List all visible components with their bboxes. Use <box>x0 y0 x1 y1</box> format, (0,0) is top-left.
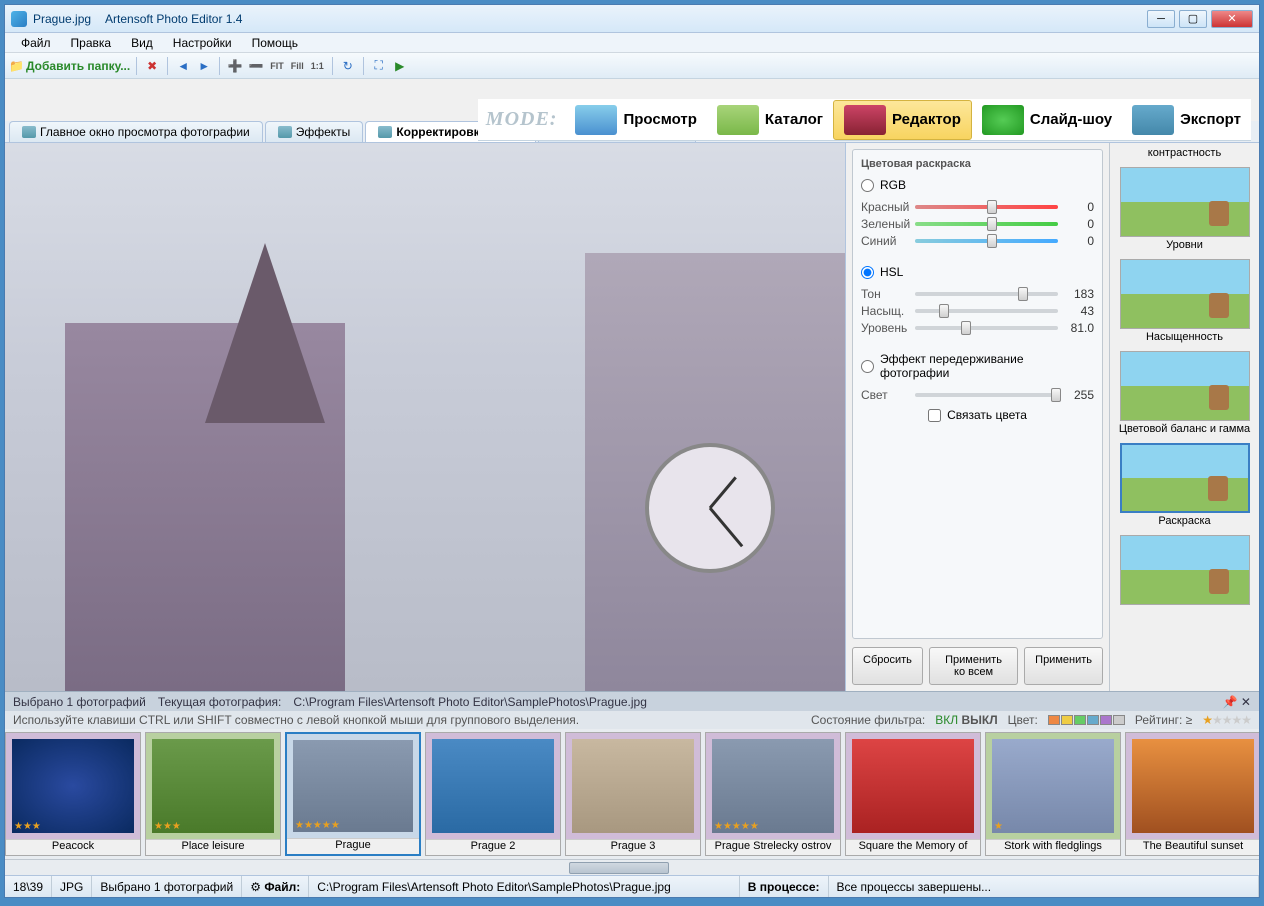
photo-canvas[interactable] <box>5 143 845 691</box>
light-slider[interactable] <box>915 393 1058 397</box>
preset-balance[interactable]: Цветовой баланс и гамма <box>1114 351 1255 435</box>
green-slider[interactable] <box>915 222 1058 226</box>
color-swatches[interactable] <box>1048 715 1125 725</box>
preset-levels[interactable]: Уровни <box>1114 167 1255 251</box>
info-bar: Выбрано 1 фотографий Текущая фотография:… <box>5 691 1259 711</box>
rating-stars[interactable]: ★★★★★ <box>1202 713 1251 727</box>
mode-view[interactable]: Просмотр <box>565 101 706 139</box>
blue-slider[interactable] <box>915 239 1058 243</box>
zoom-out-icon[interactable]: ➖ <box>247 57 265 75</box>
add-folder-button[interactable]: 📁 Добавить папку... <box>9 59 130 73</box>
thumb-place-leisure[interactable]: ★★★Place leisure <box>145 732 281 856</box>
thumb-scrollbar[interactable] <box>5 859 1259 875</box>
app-window: Prague.jpg Artensoft Photo Editor 1.4 ─ … <box>4 4 1260 898</box>
pin-icon[interactable]: 📌 ✕ <box>1223 695 1251 709</box>
oneone-button[interactable]: 1:1 <box>309 61 326 71</box>
catalog-icon <box>717 105 759 135</box>
status-selection: Выбрано 1 фотографий <box>92 876 242 897</box>
preset-saturation[interactable]: Насыщенность <box>1114 259 1255 343</box>
zoom-in-icon[interactable]: ➕ <box>226 57 244 75</box>
menu-file[interactable]: Файл <box>11 34 61 52</box>
status-process: Все процессы завершены... <box>829 876 1259 897</box>
fx-radio[interactable] <box>861 360 874 373</box>
status-filepath: C:\Program Files\Artensoft Photo Editor\… <box>309 876 739 897</box>
photo-icon <box>22 126 36 138</box>
thumb-peacock[interactable]: ★★★Peacock <box>5 732 141 856</box>
preset-next[interactable] <box>1114 535 1255 605</box>
status-position: 18\39 <box>5 876 52 897</box>
editor-icon <box>844 105 886 135</box>
reset-button[interactable]: Сбросить <box>852 647 923 685</box>
apply-all-button[interactable]: Применить ко всем <box>929 647 1018 685</box>
rotate-icon[interactable]: ↻ <box>339 57 357 75</box>
menu-edit[interactable]: Правка <box>61 34 122 52</box>
next-icon[interactable]: ► <box>195 57 213 75</box>
viewer <box>5 143 845 691</box>
fit-button[interactable]: FIT <box>268 61 286 71</box>
menubar: Файл Правка Вид Настройки Помощь <box>5 33 1259 53</box>
menu-view[interactable]: Вид <box>121 34 163 52</box>
red-slider[interactable] <box>915 205 1058 209</box>
title-file: Prague.jpg <box>33 12 91 26</box>
mode-export[interactable]: Экспорт <box>1122 101 1251 139</box>
color-panel: Цветовая раскраска RGB Красный0 Зеленый0… <box>845 143 1109 691</box>
modebar: MODE: Просмотр Каталог Редактор Слайд-шо… <box>478 99 1251 141</box>
thumb-square[interactable]: Square the Memory of <box>845 732 981 856</box>
preset-contrast[interactable]: контрастность <box>1114 147 1255 159</box>
app-icon <box>11 11 27 27</box>
titlebar: Prague.jpg Artensoft Photo Editor 1.4 ─ … <box>5 5 1259 33</box>
prev-icon[interactable]: ◄ <box>174 57 192 75</box>
play-icon[interactable]: ▶ <box>391 57 409 75</box>
title-app: Artensoft Photo Editor 1.4 <box>105 12 242 26</box>
tab-effects[interactable]: Эффекты <box>265 121 364 142</box>
info-selection: Выбрано 1 фотографий <box>13 695 146 709</box>
thumb-prague[interactable]: ★★★★★Prague <box>285 732 421 856</box>
delete-icon[interactable]: ✖ <box>143 57 161 75</box>
thumb-prague-3[interactable]: Prague 3 <box>565 732 701 856</box>
fx-icon <box>278 126 292 138</box>
export-icon <box>1132 105 1174 135</box>
panel-title: Цветовая раскраска <box>861 158 1094 170</box>
hsl-radio[interactable] <box>861 266 874 279</box>
apply-button[interactable]: Применить <box>1024 647 1103 685</box>
close-button[interactable]: ✕ <box>1211 10 1253 28</box>
view-icon <box>575 105 617 135</box>
thumbnail-strip: ★★★Peacock ★★★Place leisure ★★★★★Prague … <box>5 729 1259 859</box>
status-format: JPG <box>52 876 92 897</box>
hue-slider[interactable] <box>915 292 1058 296</box>
rgb-radio[interactable] <box>861 179 874 192</box>
tab-main[interactable]: Главное окно просмотра фотографии <box>9 121 263 142</box>
menu-settings[interactable]: Настройки <box>163 34 242 52</box>
preset-panel: контрастность Уровни Насыщенность Цветов… <box>1109 143 1259 691</box>
thumb-sunset[interactable]: The Beautiful sunset <box>1125 732 1259 856</box>
thumb-strelecky[interactable]: ★★★★★Prague Strelecky ostrov <box>705 732 841 856</box>
level-slider[interactable] <box>915 326 1058 330</box>
info-path: C:\Program Files\Artensoft Photo Editor\… <box>293 695 647 709</box>
info-current-label: Текущая фотография: <box>158 695 282 709</box>
menu-help[interactable]: Помощь <box>242 34 308 52</box>
thumb-prague-2[interactable]: Prague 2 <box>425 732 561 856</box>
mode-catalog[interactable]: Каталог <box>707 101 833 139</box>
mode-label: MODE: <box>478 108 566 131</box>
status-bar: 18\39 JPG Выбрано 1 фотографий ⚙ Файл: C… <box>5 875 1259 897</box>
maximize-button[interactable]: ▢ <box>1179 10 1207 28</box>
status-file-icon: ⚙ <box>250 880 261 894</box>
mode-slideshow[interactable]: Слайд-шоу <box>972 101 1122 139</box>
fullscreen-icon[interactable]: ⛶ <box>370 57 388 75</box>
link-colors-checkbox[interactable] <box>928 409 941 422</box>
thumb-stork[interactable]: ★Stork with fledglings <box>985 732 1121 856</box>
sat-slider[interactable] <box>915 309 1058 313</box>
minimize-button[interactable]: ─ <box>1147 10 1175 28</box>
toolbar: 📁 Добавить папку... ✖ ◄ ► ➕ ➖ FIT Fill 1… <box>5 53 1259 79</box>
hint-bar: Используйте клавиши CTRL или SHIFT совме… <box>5 711 1259 729</box>
preset-paint[interactable]: Раскраска <box>1114 443 1255 527</box>
slideshow-icon <box>982 105 1024 135</box>
mode-editor[interactable]: Редактор <box>833 100 972 140</box>
color-icon <box>378 126 392 138</box>
fill-button[interactable]: Fill <box>289 61 306 71</box>
